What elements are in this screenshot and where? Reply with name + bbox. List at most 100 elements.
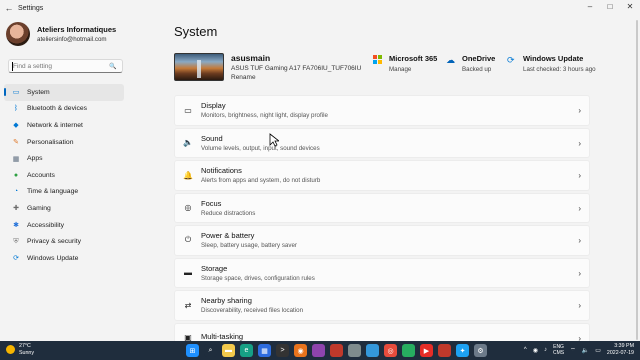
search-icon[interactable]: ⌕: [204, 344, 217, 357]
tile-microsoft-365[interactable]: Microsoft 365 Manage: [373, 54, 437, 75]
sidebar: Ateliers Informatiques ateliersinfo@hotm…: [0, 16, 130, 341]
network-icon[interactable]: ⌔: [570, 346, 576, 354]
sidebar-item-apps[interactable]: ▦ Apps: [4, 150, 124, 167]
sidebar-item-system[interactable]: ▭ System: [4, 84, 124, 101]
sidebar-item-label: Personalisation: [27, 138, 74, 146]
app-icon[interactable]: [366, 344, 379, 357]
settings-card-sound[interactable]: 🔈 Sound Volume levels, output, input, soun…: [174, 127, 590, 158]
rename-link[interactable]: Rename: [231, 74, 361, 81]
settings-card-nearby-sharing[interactable]: ⇄ Nearby sharing Discoverability, received…: [174, 290, 590, 321]
main-content: System asusmain ASUS TUF Gaming A17 FA70…: [173, 16, 633, 341]
windows-update-icon: ⟳: [507, 55, 515, 65]
sidebar-item-privacy-security[interactable]: ⛨ Privacy & security: [4, 233, 124, 250]
maximize-button[interactable]: □: [600, 0, 620, 14]
card-title: Nearby sharing: [201, 296, 252, 306]
settings-card-multi-tasking[interactable]: ▣ Multi-tasking ›: [174, 322, 590, 342]
firefox-icon[interactable]: ◉: [294, 344, 307, 357]
tile-title: OneDrive: [462, 54, 496, 63]
terminal-icon[interactable]: >: [276, 344, 289, 357]
sidebar-item-label: Bluetooth & devices: [27, 105, 88, 113]
share-icon: ⇄: [184, 300, 192, 310]
app-icon[interactable]: [438, 344, 451, 357]
avatar[interactable]: [6, 22, 30, 46]
chevron-right-icon: ›: [578, 301, 581, 310]
gamepad-icon: ✚: [13, 205, 19, 213]
sidebar-item-label: Accessibility: [27, 221, 65, 229]
start-icon[interactable]: ⊞: [186, 344, 199, 357]
app-icon[interactable]: [330, 344, 343, 357]
card-subtitle: Storage space, drives, configuration rul…: [201, 274, 315, 282]
sidebar-item-gaming[interactable]: ✚ Gaming: [4, 200, 124, 217]
window-controls: – □ ✕: [580, 0, 640, 14]
back-arrow-icon[interactable]: ←: [0, 3, 18, 13]
settings-card-notifications[interactable]: 🔔 Notifications Alerts from apps and syste…: [174, 160, 590, 191]
storage-icon: ▬: [184, 268, 192, 278]
sidebar-item-network-internet[interactable]: ◆ Network & internet: [4, 117, 124, 134]
chrome-icon[interactable]: ◎: [384, 344, 397, 357]
text-caret: [12, 62, 13, 71]
chevron-up-icon[interactable]: ^: [524, 347, 527, 353]
app-icon[interactable]: [402, 344, 415, 357]
wifi-icon[interactable]: ◉: [533, 347, 538, 354]
desktop-wallpaper-thumbnail[interactable]: [174, 53, 224, 81]
sidebar-item-label: Windows Update: [27, 254, 79, 262]
weather-widget[interactable]: 27°C Sunny: [6, 343, 34, 356]
card-subtitle: Alerts from apps and system, do not dist…: [201, 177, 321, 185]
search-input[interactable]: [9, 62, 109, 70]
power-icon: ⏻: [184, 235, 192, 245]
clock[interactable]: 3:39 PM 2022-07-19: [607, 343, 634, 357]
settings-card-display[interactable]: ▭ Display Monitors, brightness, night ligh…: [174, 95, 590, 126]
file-explorer-icon[interactable]: ▬: [222, 344, 235, 357]
app-icon[interactable]: [312, 344, 325, 357]
sidebar-item-label: Apps: [27, 155, 43, 163]
clock-date: 2022-07-19: [606, 350, 634, 356]
battery-icon[interactable]: ▭: [595, 347, 601, 354]
sidebar-item-label: Privacy & security: [27, 238, 82, 246]
twitter-icon[interactable]: ✦: [456, 344, 469, 357]
settings-card-storage[interactable]: ▬ Storage Storage space, drives, configura…: [174, 257, 590, 288]
chevron-right-icon: ›: [578, 203, 581, 213]
youtube-icon[interactable]: ▶: [420, 344, 433, 357]
language-indicator[interactable]: ENG CMS: [553, 344, 564, 356]
accessibility-icon: ✱: [13, 222, 19, 230]
sidebar-item-label: System: [27, 88, 50, 96]
app-icon[interactable]: [348, 344, 361, 357]
chevron-right-icon: ›: [578, 236, 581, 245]
taskbar-apps: ⊞ ⌕ ▬ e ▦ > ◉ ◎ ▶ ✦ ⚙: [186, 344, 492, 357]
chevron-right-icon: ›: [578, 106, 581, 115]
sidebar-item-time-language[interactable]: ◔ Time & language: [4, 184, 124, 201]
settings-list: ▭ Display Monitors, brightness, night ligh…: [174, 95, 590, 341]
settings-card-focus[interactable]: ◎ Focus Reduce distractions ›: [174, 192, 590, 223]
minimize-button[interactable]: –: [580, 0, 600, 14]
settings-card-power-battery[interactable]: ⏻ Power & battery Sleep, battery usage, ba…: [174, 225, 590, 256]
sidebar-item-accessibility[interactable]: ✱ Accessibility: [4, 217, 124, 234]
card-title: Storage: [201, 263, 228, 273]
sidebar-item-personalisation[interactable]: ✎ Personalisation: [4, 134, 124, 151]
onedrive-icon: ☁: [446, 55, 455, 65]
card-subtitle: Sleep, battery usage, battery saver: [201, 242, 297, 250]
tile-windows-update[interactable]: ⟳ Windows Update Last checked: 3 hours a…: [507, 54, 605, 75]
search-box[interactable]: 🔍: [8, 59, 123, 73]
search-icon[interactable]: 🔍: [109, 63, 116, 70]
speaker-icon[interactable]: 🔈: [582, 347, 589, 354]
chevron-right-icon: ›: [578, 268, 581, 278]
chevron-right-icon: ›: [578, 171, 581, 180]
page-title: System: [174, 24, 218, 39]
sidebar-item-bluetooth-devices[interactable]: ᛒ Bluetooth & devices: [4, 101, 124, 118]
user-email: ateliersinfo@hotmail.com: [37, 36, 107, 43]
tile-subtitle: Last checked: 3 hours ago: [523, 66, 596, 73]
store-icon[interactable]: ▦: [258, 344, 271, 357]
volume-icon[interactable]: ♪: [544, 347, 547, 353]
card-subtitle: Monitors, brightness, night light, displ…: [201, 112, 328, 120]
bell-icon: 🔔: [183, 170, 193, 180]
settings-icon[interactable]: ⚙: [474, 344, 487, 357]
tile-onedrive[interactable]: ☁ OneDrive Backed up: [446, 54, 495, 75]
user-profile[interactable]: Ateliers Informatiques ateliersinfo@hotm…: [6, 22, 116, 46]
chevron-right-icon: ›: [578, 333, 581, 342]
card-title: Sound: [201, 133, 223, 143]
sidebar-item-windows-update[interactable]: ⟳ Windows Update: [4, 250, 124, 267]
sidebar-item-accounts[interactable]: ● Accounts: [4, 167, 124, 184]
close-button[interactable]: ✕: [620, 0, 640, 14]
edge-icon[interactable]: e: [240, 344, 253, 357]
scrollbar[interactable]: [636, 20, 638, 340]
